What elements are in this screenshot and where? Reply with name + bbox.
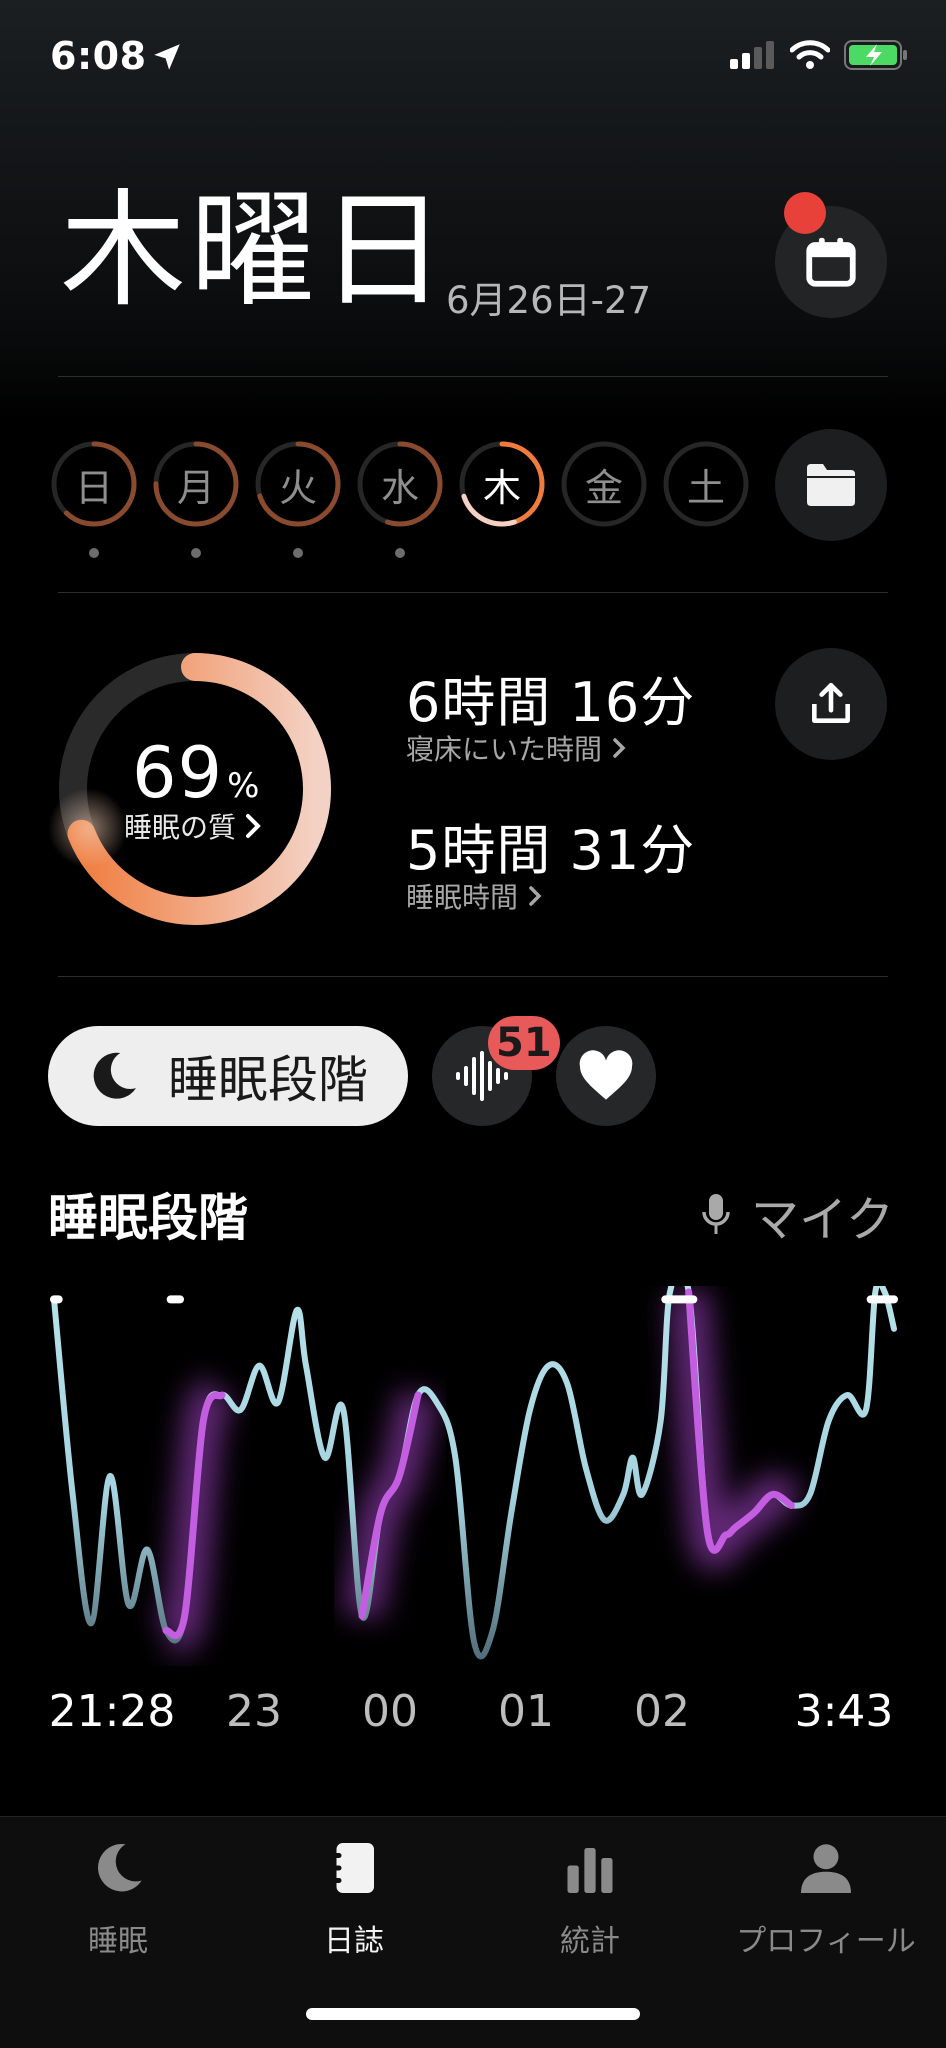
date-range: 6月26日-27 xyxy=(446,279,652,322)
sleep-quality-value: 69% xyxy=(132,732,260,814)
sleep-stage-tab-label: 睡眠段階 xyxy=(168,1051,368,1109)
chevron-right-icon xyxy=(529,886,542,906)
nav-item-1[interactable]: 日誌 xyxy=(254,1838,454,1960)
day-label: 日 xyxy=(74,465,113,510)
heart-rate-tab[interactable] xyxy=(556,1026,656,1126)
nav-item-label: 日誌 xyxy=(324,1924,384,1959)
day-0[interactable]: 日 xyxy=(50,440,138,528)
day-label: 土 xyxy=(686,465,725,510)
day-2[interactable]: 火 xyxy=(254,440,342,528)
mic-label: マイク xyxy=(750,1192,894,1248)
day-5[interactable]: 金 xyxy=(560,440,648,528)
moon-icon xyxy=(93,1052,136,1099)
share-icon xyxy=(812,682,850,723)
day-data-dot xyxy=(191,548,201,558)
calendar-icon xyxy=(806,237,856,287)
person-icon xyxy=(796,1838,856,1902)
time-tick: 01 xyxy=(498,1686,554,1737)
sleep-stage-tab[interactable]: 睡眠段階 xyxy=(48,1026,408,1126)
battery-charging-icon xyxy=(844,40,907,70)
chevron-right-icon xyxy=(246,814,261,838)
sound-count-badge: 51 xyxy=(488,1016,560,1070)
quality-unit: % xyxy=(227,766,261,806)
nav-item-0[interactable]: 睡眠 xyxy=(18,1838,218,1960)
divider xyxy=(58,976,888,977)
time-tick: 3:43 xyxy=(794,1686,894,1737)
nav-item-label: 睡眠 xyxy=(88,1924,148,1959)
day-data-dot xyxy=(293,548,303,558)
time-tick: 02 xyxy=(634,1686,690,1737)
day-data-dot xyxy=(395,548,405,558)
nav-item-label: 統計 xyxy=(560,1924,620,1959)
day-4[interactable]: 木 xyxy=(458,440,546,528)
moon-icon xyxy=(88,1838,148,1902)
sleep-time-link[interactable]: 睡眠時間 xyxy=(406,876,544,916)
nav-item-3[interactable]: プロフィール xyxy=(726,1838,926,1960)
share-button[interactable] xyxy=(775,648,887,760)
nav-item-label: プロフィール xyxy=(736,1924,916,1959)
wifi-icon xyxy=(790,40,830,69)
day-label: 木 xyxy=(482,465,521,510)
day-6[interactable]: 土 xyxy=(662,440,750,528)
time-in-bed-link[interactable]: 寝床にいた時間 xyxy=(406,728,628,768)
nav-item-2[interactable]: 統計 xyxy=(490,1838,690,1960)
divider xyxy=(58,592,888,593)
time-in-bed-value: 6時間 16分 xyxy=(406,671,696,734)
time-tick: 23 xyxy=(226,1686,282,1737)
day-label: 火 xyxy=(278,465,317,510)
day-1[interactable]: 月 xyxy=(152,440,240,528)
heart-icon xyxy=(579,1050,633,1100)
time-in-bed-label: 寝床にいた時間 xyxy=(406,733,603,766)
section-title: 睡眠段階 xyxy=(48,1189,248,1247)
day-title: 木曜日 xyxy=(60,177,450,324)
archive-button[interactable] xyxy=(775,429,887,541)
day-data-dot xyxy=(89,548,99,558)
status-time: 6:08 xyxy=(50,34,147,78)
mic-toggle[interactable]: マイク xyxy=(701,1180,894,1250)
journal-icon xyxy=(324,1838,384,1902)
time-tick: 21:28 xyxy=(48,1686,176,1737)
day-3[interactable]: 水 xyxy=(356,440,444,528)
day-label: 月 xyxy=(176,465,215,510)
quality-label: 睡眠の質 xyxy=(124,811,237,844)
home-indicator[interactable] xyxy=(306,2008,640,2020)
location-arrow-icon xyxy=(154,44,180,70)
status-indicators xyxy=(730,40,908,70)
chevron-right-icon xyxy=(613,738,626,758)
cellular-signal-icon xyxy=(730,41,774,69)
bar-chart-icon xyxy=(560,1838,620,1902)
notification-dot xyxy=(784,192,826,234)
sleep-stage-chart xyxy=(50,1286,898,1660)
day-label: 水 xyxy=(380,465,419,510)
sleep-quality-link[interactable]: 睡眠の質 xyxy=(124,806,264,846)
microphone-icon xyxy=(702,1194,730,1234)
folder-icon xyxy=(807,464,855,506)
sleep-time-value: 5時間 31分 xyxy=(406,819,696,882)
divider xyxy=(58,376,888,377)
time-tick: 00 xyxy=(362,1686,418,1737)
day-label: 金 xyxy=(584,465,623,510)
quality-number: 69 xyxy=(132,732,224,814)
sleep-time-label: 睡眠時間 xyxy=(406,881,519,914)
